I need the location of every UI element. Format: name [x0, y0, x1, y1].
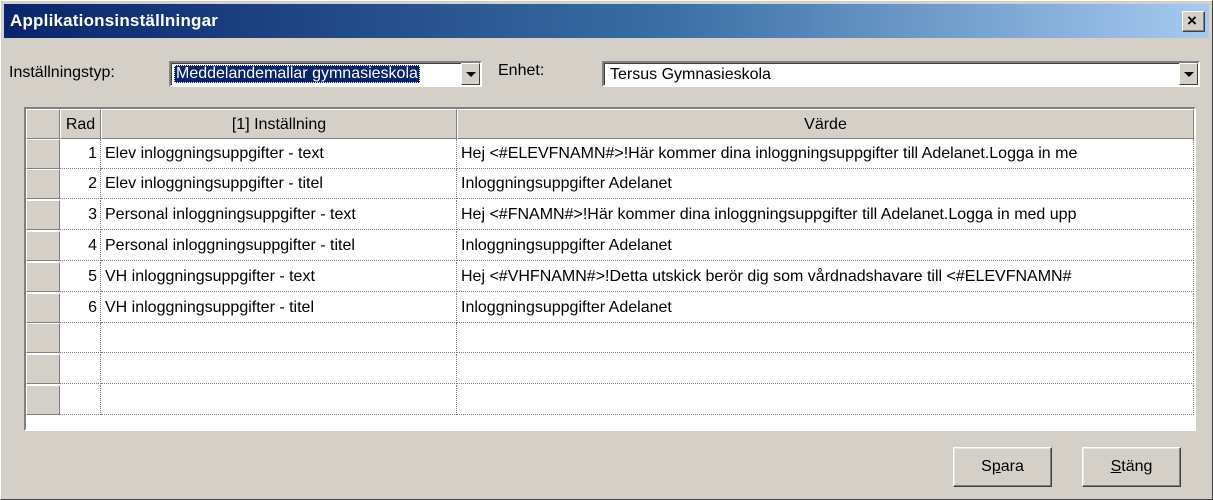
- unit-dropdown[interactable]: Tersus Gymnasieskola: [602, 61, 1200, 87]
- close-window-button[interactable]: ×: [1182, 11, 1205, 32]
- row-selector[interactable]: [26, 385, 60, 415]
- cell-setting[interactable]: [101, 385, 457, 415]
- cell-setting[interactable]: [101, 323, 457, 353]
- cell-value[interactable]: Hej <#VHFNAMN#>!Detta utskick berör dig …: [457, 262, 1194, 292]
- cell-value[interactable]: Hej <#ELEVFNAMN#>!Här kommer dina inlogg…: [457, 139, 1194, 169]
- row-selector[interactable]: [26, 323, 60, 353]
- cell-rad[interactable]: 6: [60, 293, 101, 323]
- close-button[interactable]: Stäng: [1082, 447, 1181, 487]
- cell-setting[interactable]: Personal inloggningsuppgifter - text: [101, 200, 457, 230]
- grid-corner-header: [26, 109, 60, 139]
- cell-setting[interactable]: VH inloggningsuppgifter - text: [101, 262, 457, 292]
- cell-rad[interactable]: [60, 354, 101, 384]
- row-selector[interactable]: [26, 354, 60, 384]
- chevron-down-icon[interactable]: [1179, 63, 1198, 85]
- cell-setting[interactable]: [101, 354, 457, 384]
- cell-rad[interactable]: 4: [60, 231, 101, 261]
- cell-setting[interactable]: Elev inloggningsuppgifter - titel: [101, 169, 457, 199]
- unit-value: Tersus Gymnasieskola: [610, 66, 771, 83]
- cell-rad[interactable]: [60, 323, 101, 353]
- cell-value[interactable]: Inloggningsuppgifter Adelanet: [457, 169, 1194, 199]
- cell-value[interactable]: Inloggningsuppgifter Adelanet: [457, 293, 1194, 323]
- column-header-value[interactable]: Värde: [457, 109, 1194, 139]
- cell-rad[interactable]: 1: [60, 139, 101, 169]
- cell-rad[interactable]: [60, 385, 101, 415]
- cell-rad[interactable]: 2: [60, 169, 101, 199]
- cell-setting[interactable]: Personal inloggningsuppgifter - titel: [101, 231, 457, 261]
- cell-value[interactable]: [457, 354, 1194, 384]
- column-header-rad[interactable]: Rad: [60, 109, 101, 139]
- cell-value[interactable]: Inloggningsuppgifter Adelanet: [457, 231, 1194, 261]
- cell-value[interactable]: [457, 385, 1194, 415]
- unit-label: Enhet:: [498, 62, 545, 79]
- cell-setting[interactable]: VH inloggningsuppgifter - titel: [101, 293, 457, 323]
- row-selector[interactable]: [26, 262, 60, 292]
- window-title: Applikationsinställningar: [10, 11, 219, 30]
- cell-value[interactable]: Hej <#FNAMN#>!Här kommer dina inloggning…: [457, 200, 1194, 230]
- column-header-setting[interactable]: [1] Inställning: [101, 109, 457, 139]
- setting-type-label: Inställningstyp:: [9, 64, 115, 81]
- setting-type-value: Meddelandemallar gymnasieskola: [174, 65, 420, 83]
- close-icon: ×: [1187, 11, 1197, 30]
- cell-setting[interactable]: Elev inloggningsuppgifter - text: [101, 139, 457, 169]
- cell-value[interactable]: [457, 323, 1194, 353]
- save-button[interactable]: Spara: [953, 447, 1052, 487]
- row-selector[interactable]: [26, 200, 60, 230]
- row-selector[interactable]: [26, 139, 60, 169]
- row-selector[interactable]: [26, 293, 60, 323]
- row-selector[interactable]: [26, 231, 60, 261]
- setting-type-dropdown[interactable]: Meddelandemallar gymnasieskola: [169, 61, 482, 87]
- row-selector[interactable]: [26, 169, 60, 199]
- cell-rad[interactable]: 3: [60, 200, 101, 230]
- chevron-down-icon[interactable]: [461, 63, 480, 85]
- cell-rad[interactable]: 5: [60, 262, 101, 292]
- title-bar[interactable]: Applikationsinställningar ×: [4, 4, 1209, 38]
- settings-grid[interactable]: Rad [1] Inställning Värde 1 Elev inloggni…: [24, 107, 1196, 431]
